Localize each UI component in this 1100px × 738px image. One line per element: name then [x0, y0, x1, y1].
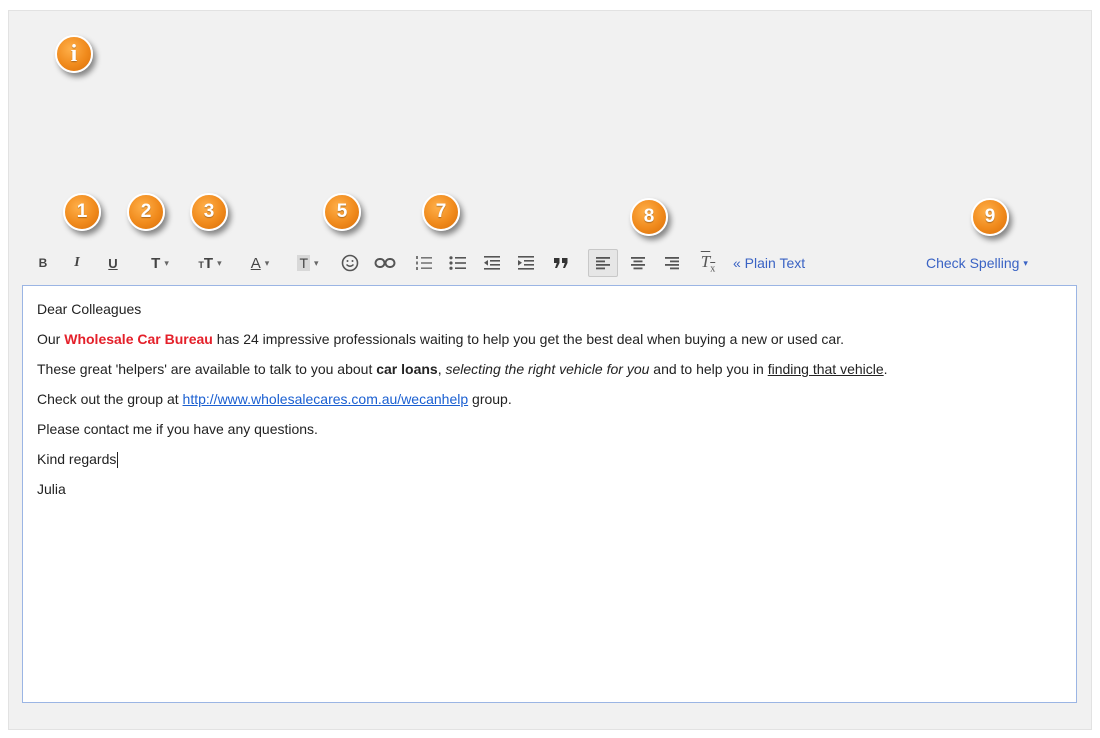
remove-formatting-button[interactable]: Tx	[696, 248, 720, 278]
chevron-down-icon: ▾	[164, 257, 169, 268]
group-link[interactable]: http://www.wholesalecares.com.au/wecanhe…	[183, 391, 469, 407]
emoji-button[interactable]	[338, 248, 362, 278]
highlight-color-dropdown[interactable]: T ▾	[286, 248, 330, 278]
badge-5: 5	[323, 193, 361, 231]
align-right-button[interactable]	[660, 248, 684, 278]
text-cursor	[117, 452, 119, 469]
underlined-text: finding that vehicle	[767, 361, 884, 377]
formatting-toolbar: B I U T ▾ TT ▾ A ▾ T ▾ Tx « Plain Text C…	[28, 248, 1072, 278]
email-signature: Julia	[37, 481, 66, 498]
indent-more-button[interactable]	[514, 248, 538, 278]
indent-less-icon	[484, 256, 500, 270]
email-paragraph-4: Please contact me if you have any questi…	[37, 421, 318, 437]
chevron-down-icon: ▾	[314, 257, 319, 268]
check-spelling-dropdown[interactable]: Check Spelling ▾	[926, 248, 1056, 278]
align-center-button[interactable]	[626, 248, 650, 278]
numbered-list-icon	[416, 256, 432, 270]
clear-format-icon: Tx	[700, 251, 716, 275]
align-right-icon	[665, 257, 679, 270]
email-paragraph-2: These great 'helpers' are available to t…	[37, 361, 888, 377]
brand-name: Wholesale Car Bureau	[64, 331, 213, 347]
chevron-down-icon: ▾	[217, 257, 222, 268]
text-color-dropdown[interactable]: A ▾	[238, 248, 282, 278]
align-left-icon	[596, 257, 610, 270]
indent-less-button[interactable]	[480, 248, 504, 278]
badge-9: 9	[971, 198, 1009, 236]
indent-more-icon	[518, 256, 534, 270]
badge-7: 7	[422, 193, 460, 231]
insert-link-button[interactable]	[372, 248, 398, 278]
badge-1: 1	[63, 193, 101, 231]
text-color-icon: A	[250, 254, 261, 272]
email-greeting: Dear Colleagues	[37, 301, 142, 317]
chevron-down-icon: ▾	[264, 257, 270, 268]
info-badge: i	[55, 35, 93, 73]
message-body-editor[interactable]: Dear Colleagues Our Wholesale Car Bureau…	[22, 285, 1077, 703]
quote-icon	[554, 258, 568, 268]
font-size-dropdown[interactable]: TT ▾	[188, 248, 232, 278]
plain-text-link[interactable]: « Plain Text	[733, 248, 833, 278]
badge-3: 3	[190, 193, 228, 231]
bulleted-list-icon	[449, 256, 466, 270]
italic-text: selecting the right vehicle for you	[445, 361, 650, 377]
italic-button[interactable]: I	[68, 248, 86, 278]
bold-text: car loans	[376, 361, 438, 377]
link-icon	[374, 258, 396, 268]
bulleted-list-button[interactable]	[446, 248, 470, 278]
numbered-list-button[interactable]	[412, 248, 436, 278]
highlight-icon: T	[297, 255, 311, 271]
email-paragraph-3: Check out the group at http://www.wholes…	[37, 391, 512, 407]
text-size-icon: TT	[198, 254, 214, 272]
email-paragraph-1: Our Wholesale Car Bureau has 24 impressi…	[37, 331, 844, 347]
check-spelling-label: Check Spelling	[926, 255, 1020, 271]
smiley-icon	[341, 254, 359, 272]
align-left-button[interactable]	[588, 249, 618, 277]
underline-button[interactable]: U	[104, 248, 122, 278]
font-family-label: T	[151, 254, 161, 272]
font-family-dropdown[interactable]: T ▾	[138, 248, 182, 278]
badge-2: 2	[127, 193, 165, 231]
bold-button[interactable]: B	[34, 248, 52, 278]
badge-8: 8	[630, 198, 668, 236]
email-sign-off: Kind regards	[37, 451, 119, 469]
chevron-down-icon: ▾	[1023, 257, 1028, 268]
quote-button[interactable]	[550, 248, 572, 278]
align-center-icon	[631, 257, 645, 270]
